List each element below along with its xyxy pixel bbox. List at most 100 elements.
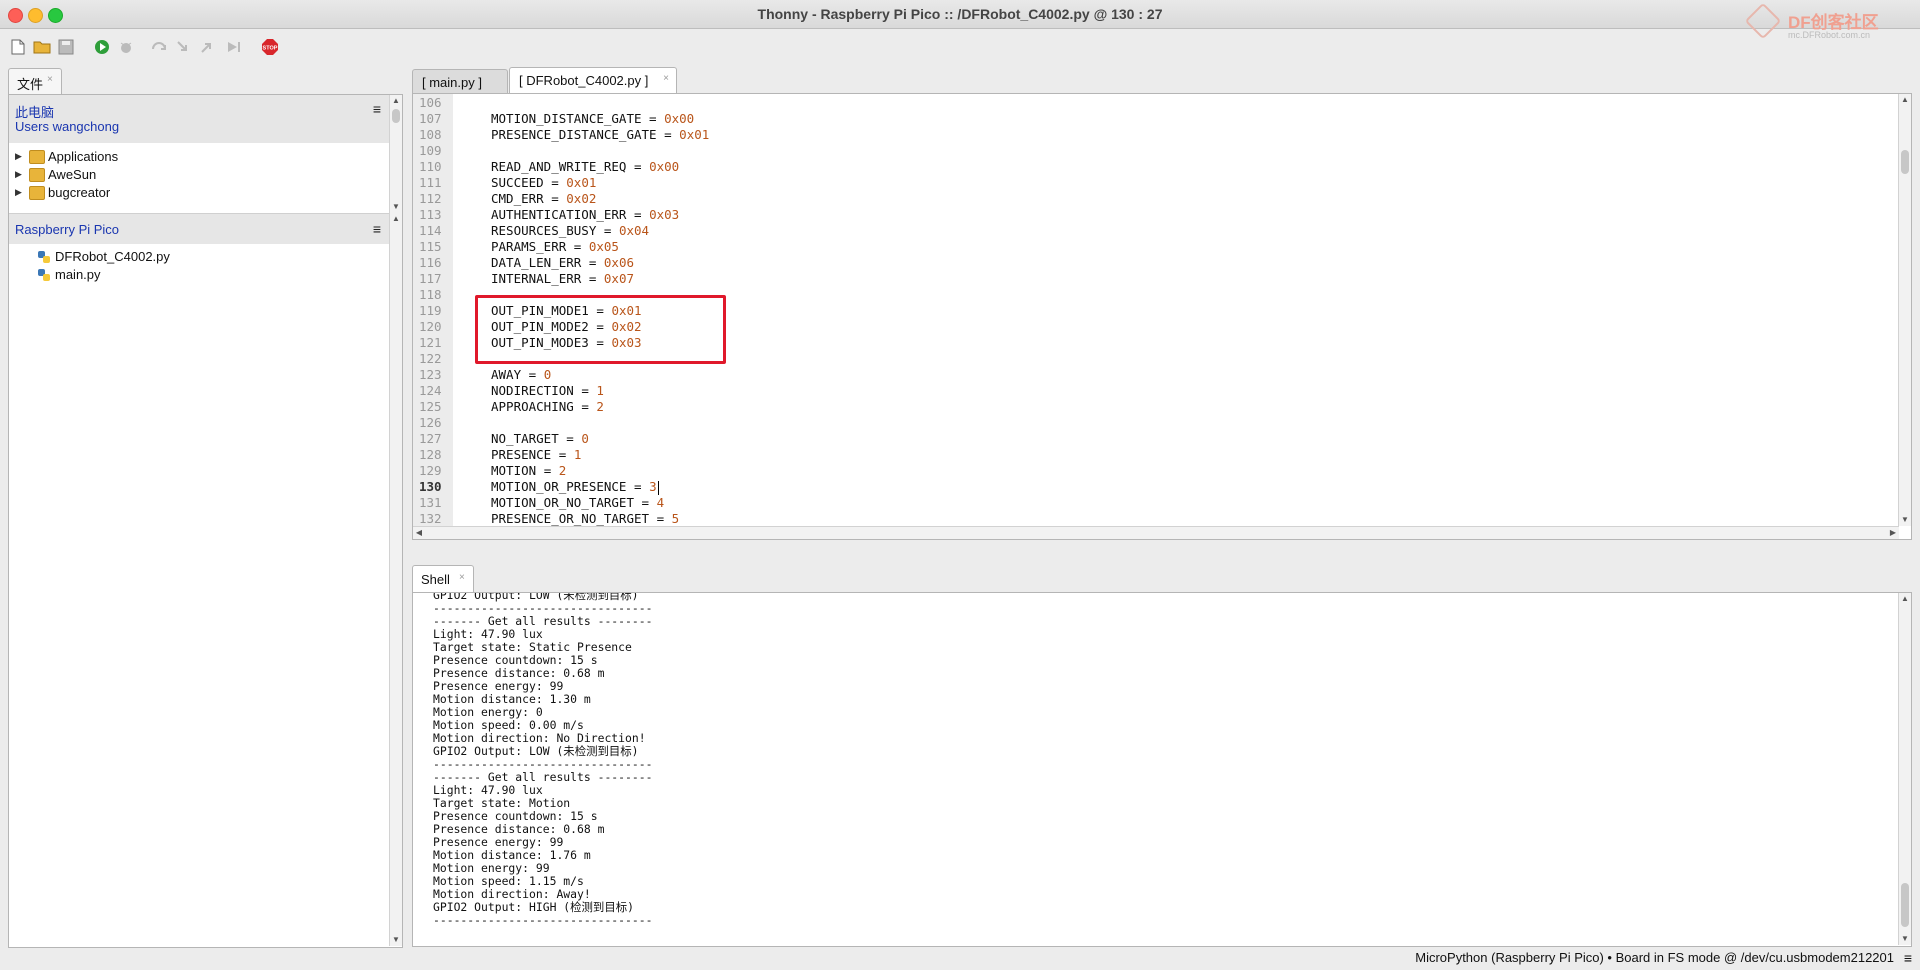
folder-icon — [29, 186, 45, 200]
scroll-down-icon[interactable]: ▼ — [390, 934, 402, 946]
constant-name: AUTHENTICATION_ERR — [491, 207, 627, 222]
status-menu-icon[interactable]: ≡ — [1904, 950, 1912, 966]
device-scrollbar[interactable]: ▲ ▼ — [389, 213, 402, 946]
resume-icon[interactable] — [224, 37, 244, 57]
scroll-right-icon[interactable]: ▶ — [1887, 527, 1899, 539]
line-number: 119 — [419, 303, 442, 318]
tab-files[interactable]: 文件 × — [8, 68, 62, 95]
device-title[interactable]: Raspberry Pi Pico — [15, 222, 119, 237]
constant-value: 0x06 — [603, 255, 635, 270]
chevron-right-icon[interactable]: ▶ — [15, 187, 22, 198]
constant-value: 1 — [596, 383, 604, 398]
code-line[interactable]: MOTION_OR_NO_TARGET = 4 — [491, 495, 664, 511]
text-caret — [657, 480, 659, 495]
folder-label: bugcreator — [48, 185, 111, 200]
line-number: 124 — [419, 383, 442, 398]
close-icon[interactable]: × — [47, 74, 53, 85]
constant-value: 0x04 — [618, 223, 650, 238]
step-into-icon[interactable] — [174, 37, 194, 57]
open-file-icon[interactable] — [32, 37, 52, 57]
menu-icon[interactable]: ≡ — [373, 101, 381, 117]
folder-icon — [29, 150, 45, 164]
code-line[interactable]: PRESENCE = 1 — [491, 447, 581, 463]
assign-operator: = — [634, 159, 642, 174]
code-line[interactable]: MOTION_DISTANCE_GATE = 0x00 — [491, 111, 694, 127]
new-file-icon[interactable] — [8, 37, 28, 57]
shell-tab-label: Shell — [421, 572, 450, 587]
scroll-thumb[interactable] — [392, 109, 400, 123]
code-line[interactable]: CMD_ERR = 0x02 — [491, 191, 596, 207]
tab-label: [ main.py ] — [422, 75, 482, 90]
chevron-right-icon[interactable]: ▶ — [15, 151, 22, 162]
breadcrumb-wangchong[interactable]: wangchong — [53, 119, 120, 134]
code-line[interactable]: DATA_LEN_ERR = 0x06 — [491, 255, 634, 271]
line-number: 126 — [419, 415, 442, 430]
code-editor[interactable]: 106 107 MOTION_DISTANCE_GATE = 0x00 108 PRES… — [412, 93, 1912, 540]
line-number: 131 — [419, 495, 442, 510]
stop-button[interactable]: STOP — [260, 37, 280, 57]
code-line[interactable]: AWAY = 0 — [491, 367, 551, 383]
constant-value: 2 — [558, 463, 567, 478]
constant-value: 0x00 — [664, 111, 695, 126]
menu-icon[interactable]: ≡ — [373, 221, 381, 237]
scroll-down-icon[interactable]: ▼ — [1899, 514, 1911, 526]
constant-name: NO_TARGET — [491, 431, 559, 446]
code-line[interactable]: APPROACHING = 2 — [491, 399, 604, 415]
computer-scrollbar[interactable]: ▲ ▼ — [389, 95, 402, 213]
constant-value: 0 — [581, 431, 589, 446]
constant-name: NODIRECTION — [491, 383, 574, 398]
code-line[interactable]: PRESENCE_OR_NO_TARGET = 5 — [491, 511, 679, 527]
tab-main-py[interactable]: [ main.py ] — [412, 69, 508, 94]
scroll-up-icon[interactable]: ▲ — [1899, 94, 1911, 106]
chevron-right-icon[interactable]: ▶ — [15, 169, 22, 180]
constant-value: 3 — [649, 479, 657, 494]
shell-vscroll[interactable]: ▲ ▼ — [1898, 593, 1911, 945]
code-line[interactable]: PARAMS_ERR = 0x05 — [491, 239, 619, 255]
constant-name: DATA_LEN_ERR — [491, 255, 582, 270]
shell-output[interactable]: GPIO2 Output: LOW (未检测到目标) --------------… — [412, 592, 1912, 947]
code-line[interactable]: MOTION = 2 — [491, 463, 566, 479]
close-icon[interactable]: × — [459, 572, 465, 583]
breadcrumb-users[interactable]: Users — [15, 119, 49, 134]
code-line[interactable]: RESOURCES_BUSY = 0x04 — [491, 223, 649, 239]
save-file-icon[interactable] — [56, 37, 76, 57]
code-line[interactable]: PRESENCE_DISTANCE_GATE = 0x01 — [491, 127, 709, 143]
constant-value: 0x01 — [566, 175, 597, 190]
scroll-down-icon[interactable]: ▼ — [390, 201, 402, 213]
close-icon[interactable]: × — [663, 73, 669, 84]
scroll-left-icon[interactable]: ◀ — [413, 527, 425, 539]
scroll-thumb[interactable] — [1901, 883, 1909, 927]
assign-operator: = — [656, 511, 665, 526]
constant-value: 0x01 — [679, 127, 710, 142]
editor-vscroll[interactable]: ▲ ▼ — [1898, 94, 1911, 526]
file-label: DFRobot_C4002.py — [55, 249, 170, 264]
code-line[interactable]: READ_AND_WRITE_REQ = 0x00 — [491, 159, 679, 175]
status-bar[interactable]: MicroPython (Raspberry Pi Pico) • Board … — [1415, 950, 1894, 965]
computer-section-header: 此电脑 Users wangchong ≡ — [9, 95, 389, 143]
code-line[interactable]: MOTION_OR_PRESENCE = 3 — [491, 479, 659, 495]
scroll-up-icon[interactable]: ▲ — [390, 213, 402, 225]
run-icon[interactable] — [92, 37, 112, 57]
editor-hscroll[interactable]: ◀ ▶ — [413, 526, 1899, 539]
scroll-up-icon[interactable]: ▲ — [1899, 593, 1911, 605]
tab-shell[interactable]: Shell × — [412, 565, 474, 593]
step-over-icon[interactable] — [150, 37, 170, 57]
debug-icon[interactable] — [116, 37, 136, 57]
assign-operator: = — [641, 495, 650, 510]
scroll-down-icon[interactable]: ▼ — [1899, 933, 1911, 945]
code-line[interactable]: SUCCEED = 0x01 — [491, 175, 596, 191]
assign-operator: = — [551, 191, 559, 206]
step-out-icon[interactable] — [198, 37, 218, 57]
line-number: 129 — [419, 463, 442, 478]
code-line[interactable]: NO_TARGET = 0 — [491, 431, 589, 447]
line-number: 106 — [419, 95, 442, 110]
line-number: 122 — [419, 351, 442, 366]
code-line[interactable]: NODIRECTION = 1 — [491, 383, 604, 399]
line-number: 125 — [419, 399, 442, 414]
constant-value: 0x00 — [649, 159, 680, 174]
scroll-thumb[interactable] — [1901, 150, 1909, 174]
scroll-up-icon[interactable]: ▲ — [390, 95, 402, 107]
tab-dfrobot-c4002[interactable]: [ DFRobot_C4002.py ] × — [509, 67, 677, 95]
code-line[interactable]: AUTHENTICATION_ERR = 0x03 — [491, 207, 679, 223]
code-line[interactable]: INTERNAL_ERR = 0x07 — [491, 271, 634, 287]
